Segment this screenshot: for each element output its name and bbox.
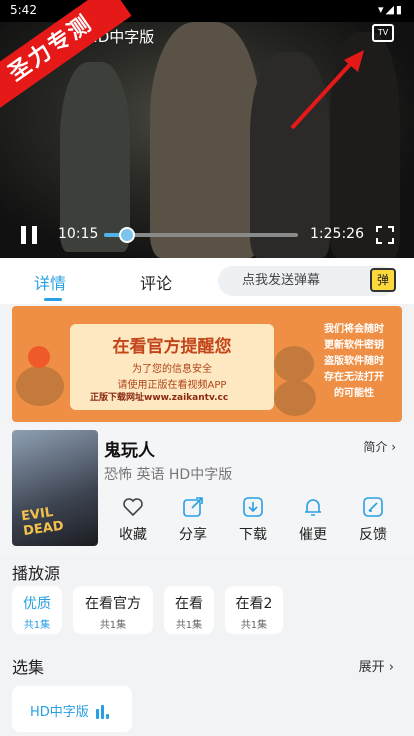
sources-title: 播放源 [12,564,61,583]
status-time: 5:42 [10,3,37,17]
intro-label: 简介 [363,440,388,454]
chevron-right-icon: › [388,660,394,675]
ad-warning-line: 盗版软件随时 [324,356,384,367]
ad-warning-line: 我们将会随时 [324,324,384,335]
source-name: 在看官方 [85,596,141,612]
tab-bar: 详情 评论 点我发送弹幕 [0,258,414,304]
tab-active-indicator [44,298,62,301]
current-time: 10:15 [58,226,99,242]
download-icon [243,497,263,517]
total-time: 1:25:26 [310,226,364,242]
ad-download-site: 正版下载网址www.zaikantv.cc [90,393,229,403]
ad-warning-text: 我们将会随时 更新软件密钥 盗版软件随时 存在无法打开 的可能性 [316,322,392,402]
movie-info: EVIL DEAD 鬼玩人 简介 › 恐怖 英语 HD中字版 收藏 分享 下载 … [0,424,414,554]
source-count: 共1集 [99,620,127,631]
action-label: 反馈 [359,527,387,543]
source-name: 优质 [23,596,51,612]
feedback-button[interactable]: 反馈 [353,496,393,544]
status-icons: ▾◢▮ [377,3,404,16]
pause-button[interactable] [20,226,38,244]
tomato-illustration [28,346,50,368]
source-count: 共1集 [175,620,203,631]
heart-icon [123,498,143,517]
fullscreen-icon[interactable] [376,226,394,244]
capybara-illustration [274,346,314,382]
red-arrow-annotation [290,50,364,130]
episode-name: HD中字版 [30,705,89,720]
source-item[interactable]: 在看 共1集 [164,586,214,634]
tab-details[interactable]: 详情 [34,270,66,294]
pause-bar [21,226,26,244]
share-button[interactable]: 分享 [173,496,213,544]
danmaku-toggle-icon[interactable]: 弹 [370,268,396,292]
bell-icon [305,499,321,516]
ad-warning-line: 更新软件密钥 [324,340,384,351]
source-name: 在看 [175,596,203,612]
source-name: 在看2 [235,596,273,612]
tab-comments[interactable]: 评论 [140,270,172,294]
episodes-title: 选集 [12,658,45,677]
scene-figure [150,22,260,258]
tv-cast-icon[interactable]: TV [372,24,394,42]
favorite-button[interactable]: 收藏 [113,496,153,544]
poster-title: EVIL DEAD [20,504,65,540]
playing-bars-icon [96,705,112,719]
scene-figure [60,62,130,252]
intro-link[interactable]: 简介 › [363,438,396,455]
action-label: 催更 [299,527,327,543]
source-item[interactable]: 在看2 共1集 [225,586,283,634]
pause-bar [32,226,37,244]
source-item[interactable]: 在看官方 共1集 [73,586,153,634]
capybara-illustration [16,366,64,406]
movie-meta: 恐怖 英语 HD中字版 [104,467,233,483]
movie-poster[interactable]: EVIL DEAD [12,430,98,546]
video-player[interactable]: 5:42 ▾◢▮ 人-HD中字版 圣力专测 TV 10:15 1:25:26 [0,0,414,258]
feedback-icon [363,497,383,517]
action-label: 收藏 [119,527,147,543]
action-label: 下载 [239,527,267,543]
action-label: 分享 [179,527,207,543]
source-item[interactable]: 优质 共1集 [12,586,62,634]
ad-line-1: 为了您的信息安全 [132,364,212,375]
playing-bar [96,709,99,719]
ad-banner[interactable]: 在看官方提醒您 为了您的信息安全 请使用正版在看视频APP 正版下载网址www.… [12,306,402,422]
ad-warning-line: 存在无法打开 [324,372,384,383]
chevron-right-icon: › [391,440,396,454]
movie-title: 鬼玩人 [104,441,155,461]
playing-bar [101,705,104,719]
ad-line-2: 请使用正版在看视频APP [117,380,227,391]
source-count: 共1集 [23,620,51,631]
expand-label: 展开 [358,660,385,675]
expand-button[interactable]: 展开 › [359,656,394,675]
urge-update-button[interactable]: 催更 [293,496,333,544]
download-button[interactable]: 下载 [233,496,273,544]
ad-warning-line: 的可能性 [334,388,374,399]
source-count: 共1集 [240,620,268,631]
share-icon [183,497,203,517]
ad-title: 在看官方提醒您 [112,337,232,357]
episode-item[interactable]: HD中字版 [12,686,132,732]
capybara-illustration [274,380,316,416]
playing-bar [106,714,109,719]
